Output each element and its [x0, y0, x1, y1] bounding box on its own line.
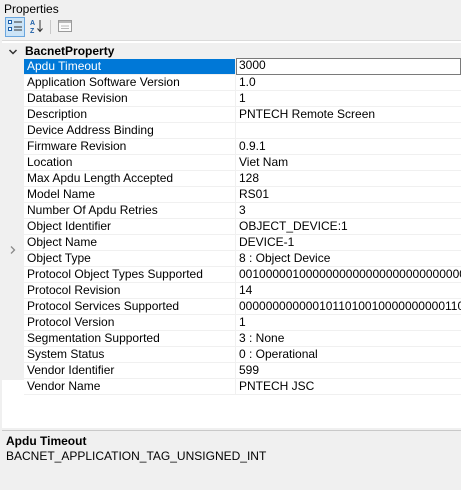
property-value[interactable]: 3 — [236, 203, 461, 218]
property-row[interactable]: Max Apdu Length Accepted 128 — [24, 171, 461, 187]
property-value[interactable]: 3000 — [236, 58, 461, 75]
alphabetical-button[interactable]: A Z — [27, 17, 47, 37]
property-row[interactable]: Protocol Services Supported 0000000000001… — [24, 299, 461, 315]
property-name[interactable]: Firmware Revision — [24, 139, 238, 154]
property-row[interactable]: Protocol Object Types Supported 001000001… — [24, 267, 461, 283]
property-name[interactable]: Protocol Revision — [24, 283, 238, 298]
property-name[interactable]: Apdu Timeout — [24, 59, 238, 74]
property-row[interactable]: Object Type 8 : Object Device — [24, 251, 461, 267]
category-row[interactable]: BacnetProperty — [2, 43, 461, 59]
property-value[interactable]: PNTECH JSC — [236, 379, 461, 394]
property-row[interactable]: Location Viet Nam — [24, 155, 461, 171]
property-value[interactable]: DEVICE-1 — [236, 235, 461, 250]
chevron-right-icon[interactable] — [8, 244, 18, 258]
property-name[interactable]: Location — [24, 155, 238, 170]
property-value[interactable] — [236, 123, 461, 138]
property-value[interactable]: 3 : None — [236, 331, 461, 346]
property-name[interactable]: Max Apdu Length Accepted — [24, 171, 238, 186]
property-value[interactable]: 14 — [236, 283, 461, 298]
property-name[interactable]: Object Type — [24, 251, 238, 266]
property-value[interactable]: RS01 — [236, 187, 461, 202]
property-value[interactable]: 00100000100000000000000000000000000 — [236, 267, 461, 282]
property-name[interactable]: Number Of Apdu Retries — [24, 203, 238, 218]
description-panel: Apdu Timeout BACNET_APPLICATION_TAG_UNSI… — [2, 430, 461, 489]
property-value[interactable]: OBJECT_DEVICE:1 — [236, 219, 461, 234]
property-pages-icon — [57, 18, 73, 37]
property-row[interactable]: Object Name DEVICE-1 — [24, 235, 461, 251]
category-title: BacnetProperty — [25, 44, 115, 58]
property-grid[interactable]: BacnetProperty Apdu Timeout 3000 Applicati… — [2, 40, 461, 429]
property-name[interactable]: Vendor Name — [24, 379, 238, 394]
property-value[interactable]: 1.0 — [236, 75, 461, 90]
property-row[interactable]: Apdu Timeout 3000 — [24, 58, 461, 75]
property-row[interactable]: Application Software Version 1.0 — [24, 75, 461, 91]
property-name[interactable]: Vendor Identifier — [24, 363, 238, 378]
property-value[interactable]: PNTECH Remote Screen — [236, 107, 461, 122]
property-value[interactable]: 8 : Object Device — [236, 251, 461, 266]
property-value[interactable]: Viet Nam — [236, 155, 461, 170]
property-name[interactable]: Protocol Services Supported — [24, 299, 238, 314]
property-rows: Apdu Timeout 3000 Application Software Ver… — [24, 58, 461, 395]
property-name[interactable]: Protocol Version — [24, 315, 238, 330]
property-row[interactable]: Firmware Revision 0.9.1 — [24, 139, 461, 155]
property-row[interactable]: Segmentation Supported 3 : None — [24, 331, 461, 347]
property-name[interactable]: Object Identifier — [24, 219, 238, 234]
property-row[interactable]: Number Of Apdu Retries 3 — [24, 203, 461, 219]
svg-text:Z: Z — [30, 28, 35, 34]
property-row[interactable]: Vendor Name PNTECH JSC — [24, 379, 461, 395]
toolbar-separator — [50, 20, 51, 34]
property-value[interactable]: 0000000000001011010010000000000110000 — [236, 299, 461, 314]
property-row[interactable]: Vendor Identifier 599 — [24, 363, 461, 379]
property-row[interactable]: System Status 0 : Operational — [24, 347, 461, 363]
grid-gutter — [2, 59, 24, 380]
property-name[interactable]: Database Revision — [24, 91, 238, 106]
property-name[interactable]: Application Software Version — [24, 75, 238, 90]
property-name[interactable]: Device Address Binding — [24, 123, 238, 138]
panel-title: Properties — [4, 2, 59, 16]
property-value[interactable]: 1 — [236, 315, 461, 330]
property-pages-button[interactable] — [55, 17, 75, 37]
property-value[interactable]: 599 — [236, 363, 461, 378]
property-row[interactable]: Protocol Version 1 — [24, 315, 461, 331]
chevron-down-icon[interactable] — [8, 46, 18, 60]
property-name[interactable]: Protocol Object Types Supported — [24, 267, 238, 282]
categorized-button[interactable] — [5, 17, 25, 37]
properties-toolbar: A Z — [3, 16, 459, 38]
alphabetical-sort-icon: A Z — [29, 18, 45, 37]
property-row[interactable]: Protocol Revision 14 — [24, 283, 461, 299]
property-row[interactable]: Object Identifier OBJECT_DEVICE:1 — [24, 219, 461, 235]
categorized-icon — [7, 18, 23, 37]
property-value[interactable]: 128 — [236, 171, 461, 186]
description-text: BACNET_APPLICATION_TAG_UNSIGNED_INT — [6, 449, 267, 463]
property-value[interactable]: 1 — [236, 91, 461, 106]
property-row[interactable]: Device Address Binding — [24, 123, 461, 139]
property-row[interactable]: Database Revision 1 — [24, 91, 461, 107]
property-name[interactable]: Description — [24, 107, 238, 122]
property-name[interactable]: Segmentation Supported — [24, 331, 238, 346]
property-row[interactable]: Description PNTECH Remote Screen — [24, 107, 461, 123]
property-name[interactable]: System Status — [24, 347, 238, 362]
property-name[interactable]: Object Name — [24, 235, 238, 250]
property-value[interactable]: 0 : Operational — [236, 347, 461, 362]
property-value[interactable]: 0.9.1 — [236, 139, 461, 154]
property-name[interactable]: Model Name — [24, 187, 238, 202]
property-row[interactable]: Model Name RS01 — [24, 187, 461, 203]
description-title: Apdu Timeout — [6, 434, 87, 448]
svg-text:A: A — [30, 20, 35, 27]
